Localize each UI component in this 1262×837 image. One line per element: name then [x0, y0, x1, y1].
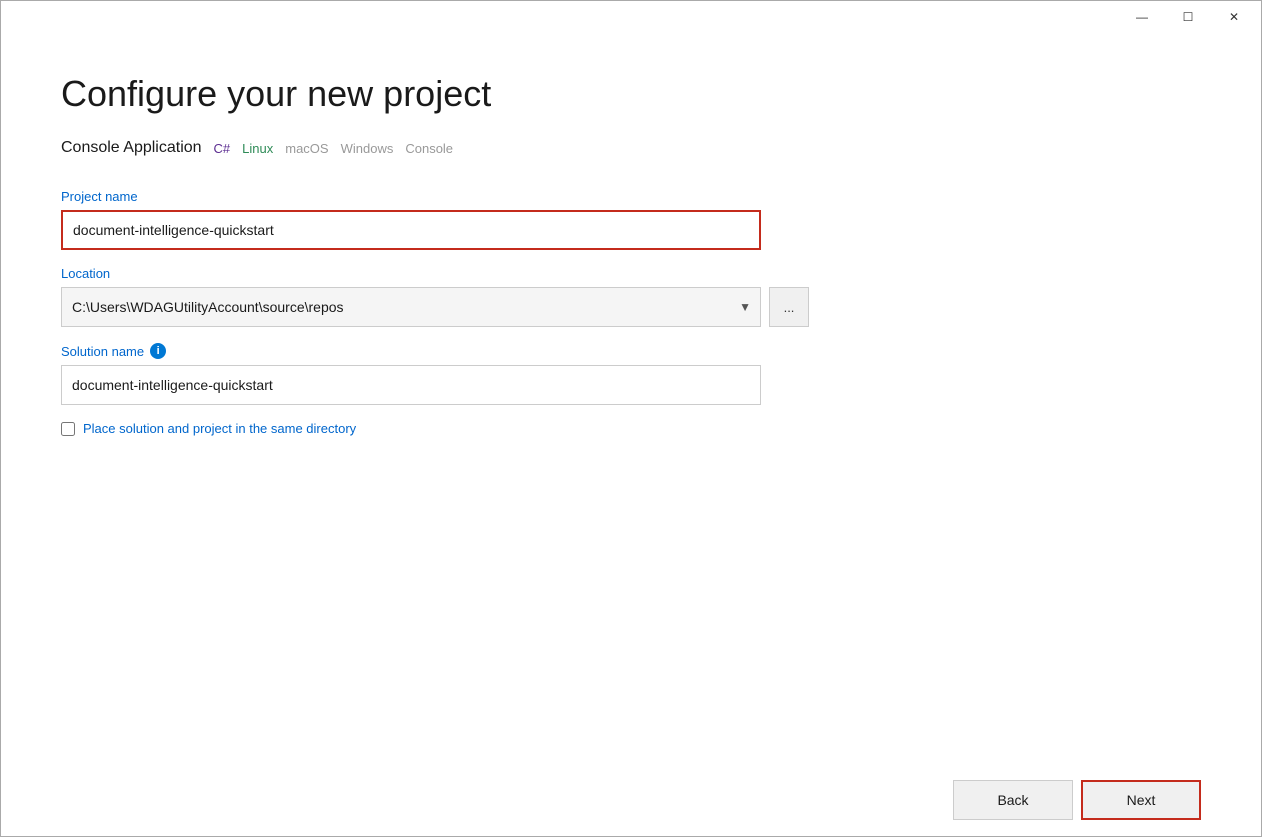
browse-button[interactable]: ...: [769, 287, 809, 327]
solution-info-icon[interactable]: i: [150, 343, 166, 359]
location-select-wrapper: C:\Users\WDAGUtilityAccount\source\repos…: [61, 287, 761, 327]
minimize-button[interactable]: —: [1119, 1, 1165, 33]
tag-windows: Windows: [341, 141, 394, 156]
same-directory-checkbox[interactable]: [61, 422, 75, 436]
tag-console: Console: [405, 141, 453, 156]
main-window: — ☐ ✕ Configure your new project Console…: [0, 0, 1262, 837]
solution-name-input[interactable]: [61, 365, 761, 405]
close-button[interactable]: ✕: [1211, 1, 1257, 33]
page-title: Configure your new project: [61, 73, 1201, 115]
footer: Back Next: [1, 764, 1261, 836]
tag-linux: Linux: [242, 141, 273, 156]
solution-label-row: Solution name i: [61, 343, 821, 359]
maximize-button[interactable]: ☐: [1165, 1, 1211, 33]
next-button[interactable]: Next: [1081, 780, 1201, 820]
solution-name-label: Solution name: [61, 344, 144, 359]
same-directory-label[interactable]: Place solution and project in the same d…: [83, 421, 356, 436]
app-name-label: Console Application: [61, 139, 202, 157]
location-select[interactable]: C:\Users\WDAGUtilityAccount\source\repos: [61, 287, 761, 327]
subtitle-row: Console Application C# Linux macOS Windo…: [61, 139, 1201, 157]
content-area: Configure your new project Console Appli…: [1, 33, 1261, 764]
project-name-label: Project name: [61, 189, 821, 204]
checkbox-row: Place solution and project in the same d…: [61, 421, 821, 436]
location-row: C:\Users\WDAGUtilityAccount\source\repos…: [61, 287, 821, 327]
form-section: Project name Location C:\Users\WDAGUtili…: [61, 189, 821, 436]
title-bar: — ☐ ✕: [1, 1, 1261, 33]
location-label: Location: [61, 266, 821, 281]
tag-csharp: C#: [214, 141, 231, 156]
back-button[interactable]: Back: [953, 780, 1073, 820]
tag-macos: macOS: [285, 141, 328, 156]
project-name-input[interactable]: [61, 210, 761, 250]
